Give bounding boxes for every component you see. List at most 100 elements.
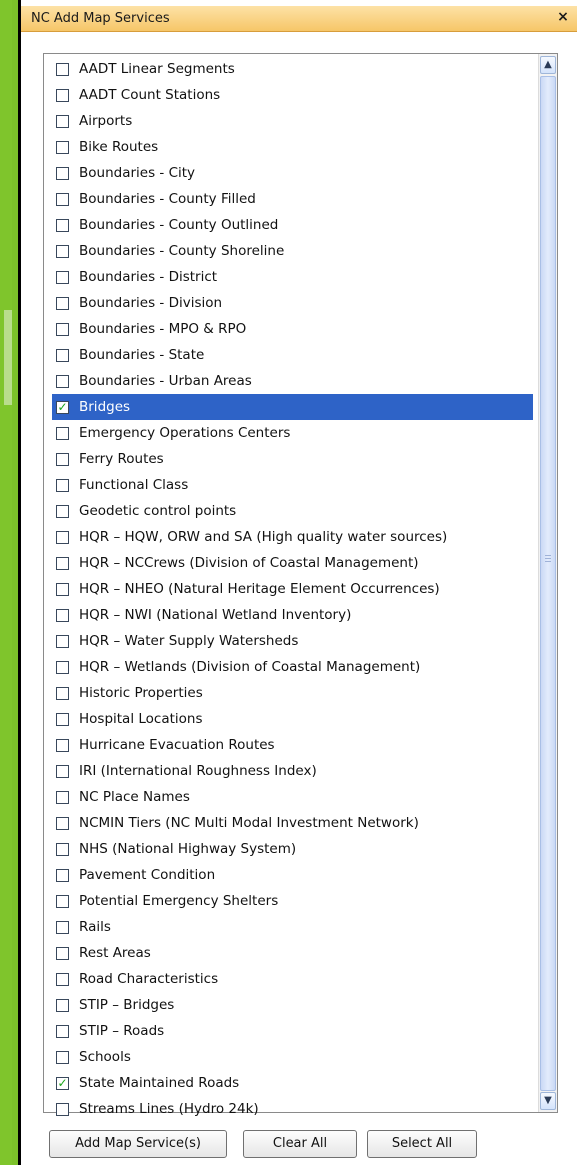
list-item[interactable]: STIP – Bridges [52, 992, 533, 1018]
checkbox[interactable] [56, 88, 69, 102]
scroll-down-button[interactable]: ▼ [540, 1092, 556, 1110]
list-item[interactable]: Boundaries - Urban Areas [52, 368, 533, 394]
list-item[interactable]: Boundaries - County Filled [52, 186, 533, 212]
checkbox[interactable] [56, 1024, 69, 1038]
checkbox[interactable] [56, 842, 69, 856]
checkbox[interactable] [56, 218, 69, 232]
checkbox[interactable] [56, 582, 69, 596]
list-item[interactable]: HQR – Wetlands (Division of Coastal Mana… [52, 654, 533, 680]
list-item[interactable]: Boundaries - District [52, 264, 533, 290]
checkbox[interactable] [56, 348, 69, 362]
select-all-button[interactable]: Select All [367, 1130, 477, 1158]
list-item[interactable]: Bike Routes [52, 134, 533, 160]
list-item[interactable]: Functional Class [52, 472, 533, 498]
list-item[interactable]: Schools [52, 1044, 533, 1070]
list-item[interactable]: ✓ Bridges [52, 394, 533, 420]
checkbox[interactable] [56, 322, 69, 336]
close-icon[interactable]: × [555, 9, 571, 27]
list-item[interactable]: Hospital Locations [52, 706, 533, 732]
checkbox[interactable] [56, 790, 69, 804]
list-item-label: Emergency Operations Centers [79, 425, 291, 441]
add-map-services-button[interactable]: Add Map Service(s) [49, 1130, 227, 1158]
list-item[interactable]: Rails [52, 914, 533, 940]
list-item-label: Bridges [79, 399, 131, 415]
list-item[interactable]: HQR – HQW, ORW and SA (High quality wate… [52, 524, 533, 550]
vertical-scrollbar[interactable]: ▲ ▼ [538, 54, 557, 1112]
list-item[interactable]: NC Place Names [52, 784, 533, 810]
checkbox[interactable] [56, 634, 69, 648]
checkbox[interactable] [56, 1050, 69, 1064]
checkbox[interactable] [56, 1102, 69, 1116]
list-item[interactable]: Emergency Operations Centers [52, 420, 533, 446]
checkbox[interactable] [56, 504, 69, 518]
checkbox[interactable] [56, 114, 69, 128]
list-item[interactable]: HQR – NCCrews (Division of Coastal Manag… [52, 550, 533, 576]
list-item[interactable]: HQR – NWI (National Wetland Inventory) [52, 602, 533, 628]
scroll-thumb[interactable] [540, 76, 556, 1091]
checkbox[interactable] [56, 712, 69, 726]
map-services-listbox[interactable]: AADT Linear Segments AADT Count Stations A… [43, 53, 558, 1117]
checkbox[interactable] [56, 608, 69, 622]
checkbox[interactable] [56, 192, 69, 206]
list-item[interactable]: Boundaries - County Shoreline [52, 238, 533, 264]
checkbox[interactable] [56, 556, 69, 570]
list-item[interactable]: Road Characteristics [52, 966, 533, 992]
checkbox[interactable] [56, 452, 69, 466]
list-item[interactable]: Airports [52, 108, 533, 134]
checkbox[interactable] [56, 140, 69, 154]
checkbox[interactable] [56, 478, 69, 492]
checkbox[interactable] [56, 62, 69, 76]
list-item[interactable]: Ferry Routes [52, 446, 533, 472]
list-item[interactable]: Boundaries - MPO & RPO [52, 316, 533, 342]
checkbox[interactable] [56, 764, 69, 778]
checkbox[interactable] [56, 972, 69, 986]
list-item[interactable]: HQR – NHEO (Natural Heritage Element Occ… [52, 576, 533, 602]
checkbox[interactable] [56, 166, 69, 180]
list-item[interactable]: STIP – Roads [52, 1018, 533, 1044]
checkbox[interactable] [56, 738, 69, 752]
list-item[interactable]: NHS (National Highway System) [52, 836, 533, 862]
list-item-label: Hospital Locations [79, 711, 203, 727]
checkbox[interactable] [56, 296, 69, 310]
checkbox[interactable] [56, 920, 69, 934]
checkbox[interactable] [56, 244, 69, 258]
list-item[interactable]: AADT Linear Segments [52, 56, 533, 82]
checkbox[interactable] [56, 686, 69, 700]
list-item[interactable]: IRI (International Roughness Index) [52, 758, 533, 784]
list-item[interactable]: Boundaries - City [52, 160, 533, 186]
checkbox[interactable] [56, 530, 69, 544]
list-item[interactable]: Streams Lines (Hydro 24k) [52, 1096, 533, 1122]
list-item-label: Boundaries - County Outlined [79, 217, 279, 233]
checkbox[interactable] [56, 816, 69, 830]
checkbox[interactable] [56, 270, 69, 284]
list-item[interactable]: Pavement Condition [52, 862, 533, 888]
list-item-label: HQR – NHEO (Natural Heritage Element Occ… [79, 581, 440, 597]
list-item[interactable]: NCMIN Tiers (NC Multi Modal Investment N… [52, 810, 533, 836]
checkbox[interactable] [56, 374, 69, 388]
list-item[interactable]: Boundaries - State [52, 342, 533, 368]
list-item[interactable]: Potential Emergency Shelters [52, 888, 533, 914]
clear-all-button[interactable]: Clear All [243, 1130, 357, 1158]
list-item[interactable]: HQR – Water Supply Watersheds [52, 628, 533, 654]
list-item-label: HQR – Water Supply Watersheds [79, 633, 299, 649]
checkbox[interactable] [56, 946, 69, 960]
list-item[interactable]: AADT Count Stations [52, 82, 533, 108]
list-item[interactable]: Historic Properties [52, 680, 533, 706]
list-item[interactable]: Boundaries - County Outlined [52, 212, 533, 238]
checkbox[interactable] [56, 868, 69, 882]
checkbox[interactable] [56, 426, 69, 440]
list-item[interactable]: Rest Areas [52, 940, 533, 966]
checkbox-checked[interactable]: ✓ [56, 1076, 69, 1090]
dialog-titlebar[interactable]: NC Add Map Services × [21, 6, 577, 32]
list-item[interactable]: Boundaries - Division [52, 290, 533, 316]
scroll-up-button[interactable]: ▲ [540, 56, 556, 74]
list-item-label: AADT Count Stations [79, 87, 221, 103]
list-item[interactable]: Geodetic control points [52, 498, 533, 524]
list-item[interactable]: ✓ State Maintained Roads [52, 1070, 533, 1096]
list-item-label: STIP – Bridges [79, 997, 175, 1013]
checkbox[interactable] [56, 894, 69, 908]
checkbox-checked[interactable]: ✓ [56, 400, 69, 414]
list-item[interactable]: Hurricane Evacuation Routes [52, 732, 533, 758]
checkbox[interactable] [56, 660, 69, 674]
checkbox[interactable] [56, 998, 69, 1012]
